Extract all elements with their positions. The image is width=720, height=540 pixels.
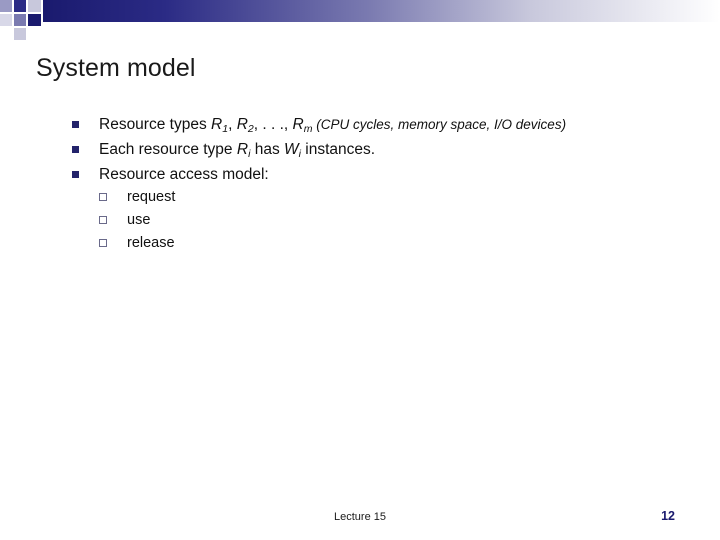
header-square-1 bbox=[0, 0, 12, 12]
header-square-5 bbox=[14, 14, 26, 26]
text-segment-italic: R bbox=[292, 116, 304, 133]
slide-header-decoration bbox=[0, 0, 720, 40]
sub-bullet-text-release: release bbox=[127, 235, 175, 251]
text-segment: Resource types bbox=[99, 116, 211, 133]
square-bullet-icon bbox=[72, 121, 79, 128]
text-segment-subscript: 2 bbox=[247, 123, 254, 136]
hollow-square-bullet-icon bbox=[99, 216, 107, 224]
text-segment-parenthetical: (CPU cycles, memory space, I/O devices) bbox=[312, 117, 567, 132]
page-title: System model bbox=[36, 54, 196, 82]
slide-body: Resource types R1, R2, . . ., Rm (CPU cy… bbox=[72, 113, 692, 255]
header-square-3 bbox=[28, 0, 41, 12]
footer-lecture-label: Lecture 15 bbox=[334, 511, 386, 523]
sub-bullet-text-use: use bbox=[127, 212, 151, 228]
text-segment-subscript: m bbox=[303, 123, 313, 136]
square-bullet-icon bbox=[72, 146, 79, 153]
text-segment-italic: R bbox=[236, 116, 248, 133]
bullet-text-resource-types: Resource types R1, R2, . . ., Rm (CPU cy… bbox=[99, 116, 567, 136]
footer-page-number: 12 bbox=[661, 509, 675, 523]
header-square-6 bbox=[28, 14, 41, 26]
text-segment: , bbox=[228, 116, 237, 133]
sub-bullet-text-request: request bbox=[127, 189, 176, 205]
sub-bullet-item-request: request bbox=[72, 186, 692, 209]
bullet-item-access-model: Resource access model: bbox=[72, 163, 692, 186]
bullet-text-instances: Each resource type Ri has Wi instances. bbox=[99, 141, 376, 161]
square-bullet-icon bbox=[72, 171, 79, 178]
hollow-square-bullet-icon bbox=[99, 193, 107, 201]
sub-bullet-item-release: release bbox=[72, 232, 692, 255]
text-segment-subscript: 1 bbox=[222, 123, 229, 136]
text-segment: , . . ., bbox=[253, 116, 293, 133]
hollow-square-bullet-icon bbox=[99, 239, 107, 247]
header-gradient-bar bbox=[43, 0, 720, 22]
header-square-7 bbox=[14, 28, 26, 40]
bullet-item-instances: Each resource type Ri has Wi instances. bbox=[72, 138, 692, 163]
header-square-4 bbox=[0, 14, 12, 26]
text-segment-italic: R bbox=[211, 116, 223, 133]
bullet-text-access-model: Resource access model: bbox=[99, 166, 269, 183]
bullet-item-resource-types: Resource types R1, R2, . . ., Rm (CPU cy… bbox=[72, 113, 692, 138]
sub-bullet-item-use: use bbox=[72, 209, 692, 232]
header-square-2 bbox=[14, 0, 26, 12]
